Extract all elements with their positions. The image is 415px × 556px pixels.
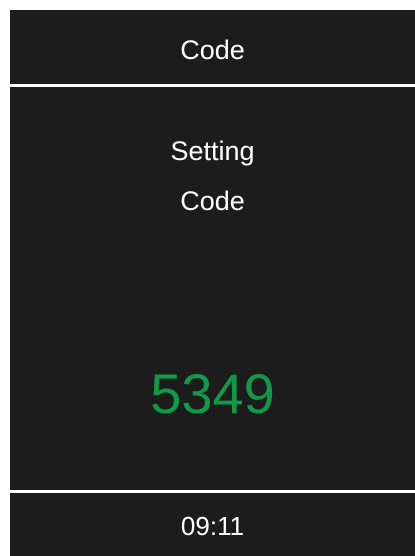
page-title: Code (180, 35, 245, 65)
header-divider (10, 84, 415, 87)
status-message-line-2: Code (180, 186, 245, 216)
clock-time: 09:11 (180, 511, 245, 541)
status-message-line-1: Setting (170, 136, 255, 166)
code-value: 5349 (150, 362, 275, 425)
status-message: Setting Code (10, 126, 415, 226)
footer-divider (10, 490, 415, 493)
device-screen: Code Setting Code 5349 09:11 (10, 10, 415, 556)
screen-header: Code (10, 10, 415, 88)
